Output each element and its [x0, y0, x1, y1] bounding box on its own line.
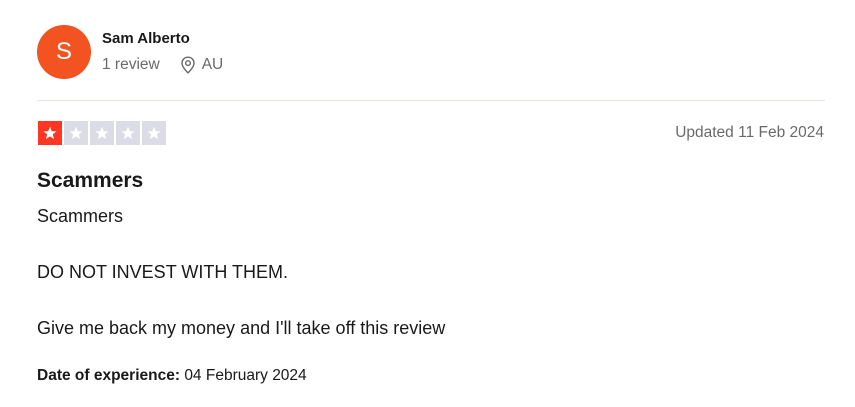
location-pin-icon: [181, 56, 195, 74]
consumer-details: Sam Alberto 1 review AU: [102, 25, 223, 74]
date-of-experience: Date of experience: 04 February 2024: [37, 367, 307, 385]
experience-label: Date of experience:: [37, 367, 180, 384]
star-empty-icon: [142, 121, 166, 145]
star-empty-icon: [116, 121, 140, 145]
review-paragraph: Give me back my money and I'll take off …: [37, 318, 446, 338]
review-count: 1 review: [102, 56, 160, 73]
date-updated: Updated 11 Feb 2024: [675, 124, 824, 141]
star-empty-icon: [64, 121, 88, 145]
divider: [37, 100, 825, 101]
review-paragraph: DO NOT INVEST WITH THEM.: [37, 262, 289, 282]
review-body: Scammers DO NOT INVEST WITH THEM. Give m…: [37, 207, 445, 337]
review-card: S Sam Alberto 1 review AU Updated 11 Feb…: [0, 0, 855, 407]
country: AU: [201, 56, 224, 73]
avatar-initial: S: [55, 38, 72, 65]
star-rating: [38, 121, 168, 145]
review-paragraph: Scammers: [37, 206, 124, 226]
experience-date: 04 February 2024: [184, 367, 307, 384]
avatar[interactable]: S: [37, 25, 91, 79]
review-title[interactable]: Scammers: [37, 169, 143, 193]
star-empty-icon: [90, 121, 114, 145]
star-filled-icon: [38, 121, 62, 145]
consumer-name[interactable]: Sam Alberto: [102, 30, 223, 47]
consumer-info: S Sam Alberto 1 review AU: [37, 25, 223, 79]
consumer-meta: 1 review AU: [102, 56, 223, 74]
location: AU: [180, 56, 224, 74]
